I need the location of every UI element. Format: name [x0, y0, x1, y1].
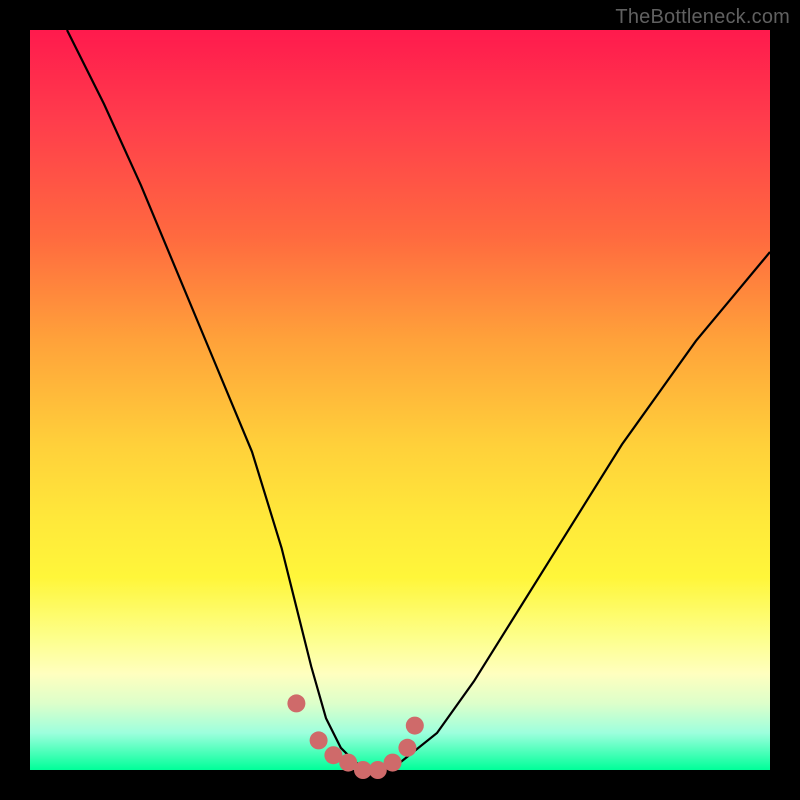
marker-dot [406, 717, 424, 735]
outer-frame: TheBottleneck.com [0, 0, 800, 800]
marker-dot [384, 754, 402, 772]
bottom-marker-group [287, 694, 423, 779]
watermark-text: TheBottleneck.com [615, 6, 790, 29]
chart-svg [30, 30, 770, 770]
bottleneck-curve [67, 30, 770, 770]
marker-dot [287, 694, 305, 712]
marker-dot [398, 739, 416, 757]
marker-dot [310, 731, 328, 749]
